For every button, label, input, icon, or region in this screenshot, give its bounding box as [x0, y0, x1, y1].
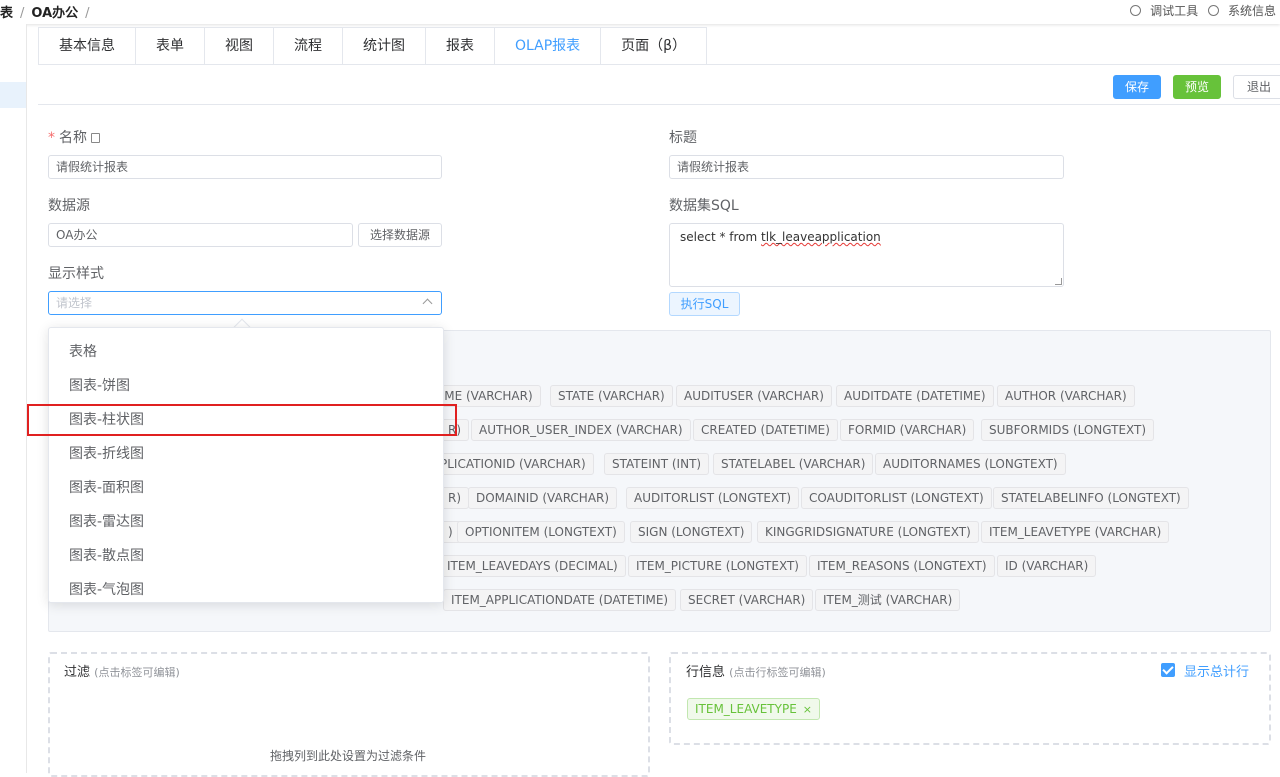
- column-tag[interactable]: CREATED (DATETIME): [693, 419, 838, 441]
- column-tag[interactable]: KINGGRIDSIGNATURE (LONGTEXT): [757, 521, 979, 543]
- name-label: * 名称: [48, 127, 100, 147]
- column-tag[interactable]: AUDITORNAMES (LONGTEXT): [875, 453, 1066, 475]
- column-tag[interactable]: ITEM_LEAVEDAYS (DECIMAL): [439, 555, 626, 577]
- row-tag-label: ITEM_LEAVETYPE: [695, 702, 797, 716]
- datasource-label: 数据源: [48, 198, 90, 214]
- filter-hint: (点击标签可编辑): [94, 666, 180, 679]
- dataset-sql-label: 数据集SQL: [669, 198, 739, 214]
- column-tag[interactable]: SUBFORMIDS (LONGTEXT): [981, 419, 1155, 441]
- tab-basic-info[interactable]: 基本信息: [39, 28, 136, 65]
- highlight-box: [27, 404, 457, 436]
- row-tag[interactable]: ITEM_LEAVETYPE ×: [687, 698, 821, 720]
- display-style-label: 显示样式: [48, 266, 104, 282]
- display-style-dropdown: 表格 图表-饼图 图表-柱状图 图表-折线图 图表-面积图 图表-雷达图 图表-…: [48, 327, 444, 603]
- column-tag[interactable]: SIGN (LONGTEXT): [630, 521, 753, 543]
- option-line-chart[interactable]: 图表-折线图: [49, 437, 443, 471]
- option-table[interactable]: 表格: [49, 335, 443, 369]
- gear-icon: [1207, 5, 1219, 16]
- column-tag[interactable]: ITEM_REASONS (LONGTEXT): [809, 555, 995, 577]
- breadcrumb-item-current[interactable]: OA办公: [31, 6, 78, 21]
- tab-olap-report[interactable]: OLAP报表: [495, 28, 602, 65]
- show-total-checkbox[interactable]: [1161, 663, 1175, 677]
- debug-tools-link[interactable]: 调试工具: [1130, 4, 1198, 18]
- sidebar-active-item[interactable]: [0, 82, 26, 108]
- column-tag[interactable]: ITEM_APPLICATIONDATE (DATETIME): [443, 589, 677, 611]
- top-bar: 表 / OA办公 / 调试工具 系统信息: [0, 0, 1280, 24]
- row-info-title: 行信息 (点击行标签可编辑): [686, 661, 826, 680]
- dataset-sql-textarea[interactable]: select * from tlk_leaveapplication: [669, 223, 1064, 287]
- column-tag[interactable]: ID (VARCHAR): [997, 555, 1097, 577]
- tab-view[interactable]: 视图: [205, 28, 274, 65]
- column-tag[interactable]: STATEINT (INT): [604, 453, 710, 475]
- option-area-chart[interactable]: 图表-面积图: [49, 471, 443, 505]
- tab-statistics-chart[interactable]: 统计图: [343, 28, 426, 65]
- filter-drop-hint: 拖拽列到此处设置为过滤条件: [270, 749, 427, 763]
- column-tag[interactable]: STATE (VARCHAR): [550, 385, 673, 407]
- copy-icon[interactable]: [91, 133, 100, 143]
- top-links: 调试工具 系统信息: [1124, 2, 1276, 19]
- save-button[interactable]: 保存: [1113, 75, 1161, 99]
- column-tag[interactable]: DOMAINID (VARCHAR): [468, 487, 618, 509]
- tab-form[interactable]: 表单: [136, 28, 205, 65]
- display-style-select[interactable]: 请选择: [48, 291, 442, 315]
- column-tag[interactable]: ITEM_测试 (VARCHAR): [815, 589, 961, 611]
- tab-bar: 基本信息 表单 视图 流程 统计图 报表 OLAP报表 页面（β）: [38, 27, 708, 65]
- tab-divider: [38, 64, 1280, 65]
- exit-button[interactable]: 退出: [1233, 75, 1280, 99]
- column-tag[interactable]: FORMID (VARCHAR): [840, 419, 975, 441]
- column-tag[interactable]: ITEM_LEAVETYPE (VARCHAR): [981, 521, 1170, 543]
- chevron-up-icon: [422, 298, 433, 309]
- column-tag[interactable]: COAUDITORLIST (LONGTEXT): [801, 487, 992, 509]
- title-label: 标题: [669, 130, 697, 146]
- column-tag[interactable]: AUDITDATE (DATETIME): [836, 385, 994, 407]
- display-style-placeholder: 请选择: [56, 296, 93, 310]
- row-info-hint: (点击行标签可编辑): [729, 666, 826, 679]
- column-tag[interactable]: AUDITORLIST (LONGTEXT): [626, 487, 800, 509]
- toolbar-divider: [38, 104, 1280, 105]
- choose-datasource-button[interactable]: 选择数据源: [358, 223, 442, 247]
- show-total-label[interactable]: 显示总计行: [1184, 661, 1249, 680]
- breadcrumb: 表 / OA办公 /: [0, 2, 97, 21]
- column-tag[interactable]: PLICATIONID (VARCHAR): [432, 453, 594, 475]
- system-info-link[interactable]: 系统信息: [1207, 4, 1276, 18]
- option-scatter-chart[interactable]: 图表-散点图: [49, 539, 443, 573]
- bug-icon: [1130, 5, 1142, 16]
- datasource-input[interactable]: OA办公: [48, 223, 353, 247]
- breadcrumb-separator: /: [85, 6, 90, 21]
- tab-page[interactable]: 页面（β）: [601, 28, 707, 65]
- column-tag[interactable]: SECRET (VARCHAR): [680, 589, 814, 611]
- system-info-label: 系统信息: [1227, 4, 1276, 18]
- option-pie-chart[interactable]: 图表-饼图: [49, 369, 443, 403]
- column-tag[interactable]: STATELABELINFO (LONGTEXT): [993, 487, 1189, 509]
- debug-tools-label: 调试工具: [1150, 4, 1199, 18]
- column-tag[interactable]: OPTIONITEM (LONGTEXT): [457, 521, 625, 543]
- title-input[interactable]: 请假统计报表: [669, 155, 1064, 179]
- left-sidebar: [0, 24, 27, 773]
- tab-workflow[interactable]: 流程: [274, 28, 343, 65]
- column-tag[interactable]: AUTHOR (VARCHAR): [997, 385, 1135, 407]
- filter-title-text: 过滤: [64, 665, 91, 680]
- sql-text: select * from: [680, 230, 762, 244]
- breadcrumb-separator: /: [20, 6, 25, 21]
- preview-button[interactable]: 预览: [1173, 75, 1221, 99]
- sql-table-name: tlk_leaveapplication: [761, 230, 881, 244]
- breadcrumb-item[interactable]: 表: [0, 6, 13, 21]
- column-tag[interactable]: ITEM_PICTURE (LONGTEXT): [628, 555, 807, 577]
- filter-title: 过滤 (点击标签可编辑): [64, 661, 180, 680]
- option-radar-chart[interactable]: 图表-雷达图: [49, 505, 443, 539]
- option-bubble-chart[interactable]: 图表-气泡图: [49, 573, 443, 602]
- row-info-title-text: 行信息: [686, 665, 726, 680]
- name-label-text: 名称: [59, 130, 87, 146]
- tab-report[interactable]: 报表: [426, 28, 495, 65]
- resize-handle-icon[interactable]: [1055, 278, 1062, 285]
- column-tag[interactable]: AUDITUSER (VARCHAR): [676, 385, 832, 407]
- column-tag[interactable]: AUTHOR_USER_INDEX (VARCHAR): [471, 419, 691, 441]
- execute-sql-button[interactable]: 执行SQL: [669, 292, 740, 316]
- column-tag[interactable]: STATELABEL (VARCHAR): [713, 453, 874, 475]
- column-tag[interactable]: R): [440, 487, 470, 509]
- name-input[interactable]: 请假统计报表: [48, 155, 442, 179]
- close-icon[interactable]: ×: [803, 703, 812, 716]
